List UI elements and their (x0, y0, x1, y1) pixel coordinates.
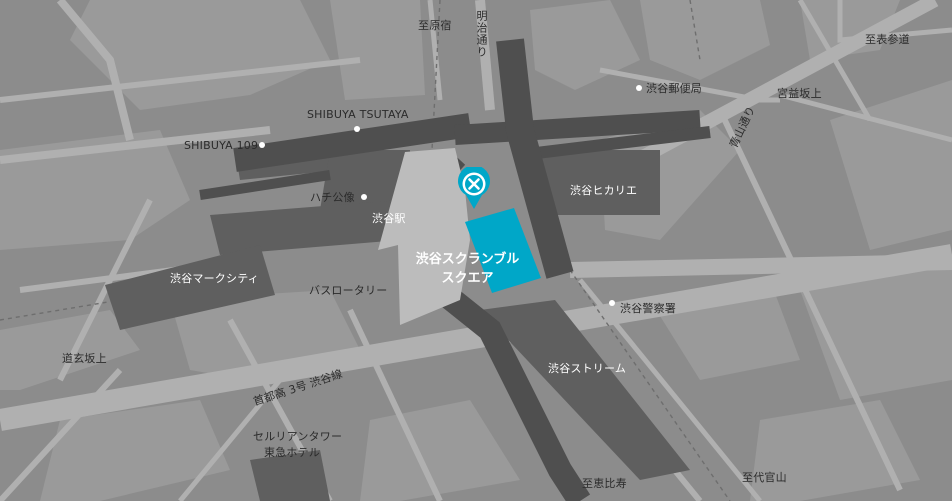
shibuya109-dot (259, 142, 265, 148)
post-office-dot (636, 85, 642, 91)
label-post-office: 渋谷郵便局 (646, 82, 702, 95)
label-mark-city: 渋谷マークシティ (170, 272, 259, 285)
label-shibuya109: SHIBUYA 109 (184, 139, 259, 152)
label-hachiko: ハチ公像 (310, 191, 355, 204)
police-dot (609, 300, 615, 306)
label-harajuku: 至原宿 (418, 19, 452, 32)
label-dogenzaka: 道玄坂上 (62, 352, 107, 365)
label-cerulean-line1: セルリアンタワー (253, 430, 343, 443)
hikarie (540, 150, 660, 215)
city-block (330, 0, 425, 100)
label-cerulean-line2: 東急ホテル (264, 446, 320, 459)
venue-label: 渋谷スクランブル スクエア (405, 250, 530, 288)
label-shibuya-station: 渋谷駅 (372, 212, 406, 225)
venue-name-line2: スクエア (441, 271, 494, 286)
venue-name-line1: 渋谷スクランブル (415, 252, 520, 267)
hachiko-dot (361, 194, 367, 200)
tsutaya-dot (354, 126, 360, 132)
label-police: 渋谷警察署 (620, 302, 676, 315)
label-stream: 渋谷ストリーム (548, 362, 627, 375)
label-omotesando: 至表参道 (865, 33, 910, 46)
road-east (569, 254, 952, 278)
label-tsutaya: SHIBUYA TSUTAYA (307, 108, 409, 121)
label-miyamasuzaka: 宮益坂上 (777, 87, 822, 100)
label-bus-rotary: バスロータリー (309, 284, 388, 297)
label-hikarie: 渋谷ヒカリエ (570, 184, 638, 197)
x-marker-icon[interactable] (456, 167, 492, 211)
shibuya-area-map: 渋谷スクランブル スクエア 至原宿 明治通り 至表参道 渋谷郵便局 宮益坂上 青… (0, 0, 952, 501)
label-meiji-dori: 明治通り (475, 10, 488, 58)
label-daikanyama: 至代官山 (742, 471, 787, 484)
label-ebisu: 至恵比寿 (582, 477, 627, 490)
